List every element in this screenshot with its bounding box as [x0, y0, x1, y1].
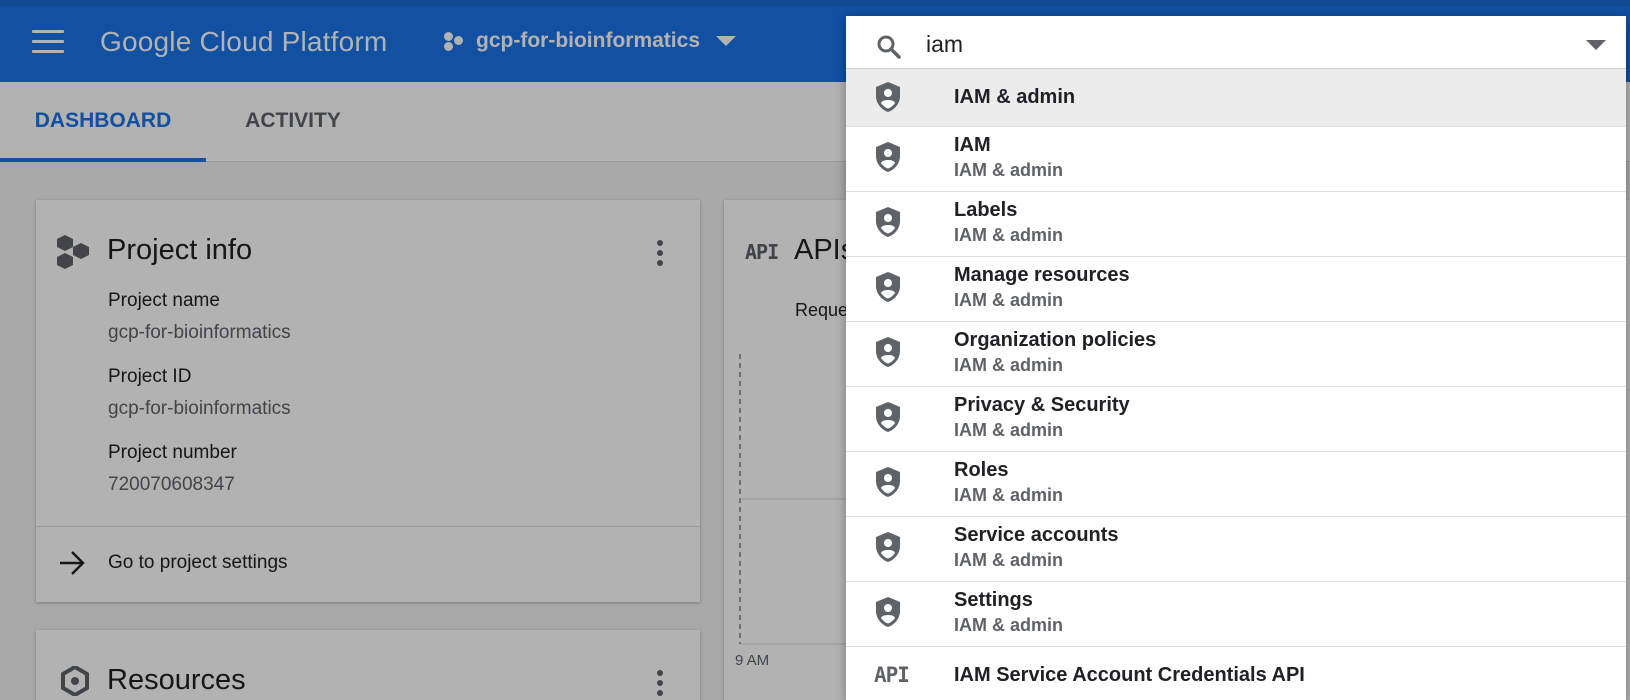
project-number-value: 720070608347 — [108, 474, 235, 495]
top-bar-strip — [0, 0, 1630, 6]
resources-title: Resources — [107, 664, 246, 696]
go-to-project-settings-label: Go to project settings — [108, 552, 288, 573]
apis-subtitle: Reque — [795, 300, 849, 320]
search-result-title: Organization policies — [954, 329, 1157, 351]
search-result-subtitle: IAM & admin — [954, 355, 1064, 375]
api-icon: API — [874, 663, 910, 687]
project-info-card: Project info Project name gcp-for-bioinf… — [36, 200, 700, 602]
chevron-down-icon — [716, 36, 736, 46]
search-result-item[interactable]: Labels IAM & admin — [846, 191, 1626, 256]
api-icon: API — [745, 240, 779, 264]
tab-dashboard[interactable]: DASHBOARD — [0, 82, 206, 162]
search-result-item[interactable]: Service accounts IAM & admin — [846, 516, 1626, 581]
api-requests-chart — [739, 354, 858, 645]
tab-activity[interactable]: ACTIVITY — [206, 82, 380, 162]
search-result-item[interactable]: API IAM Service Account Credentials API — [846, 646, 1626, 700]
search-result-subtitle: IAM & admin — [954, 290, 1064, 310]
more-vert-icon[interactable] — [654, 670, 666, 698]
search-result-subtitle: IAM & admin — [954, 550, 1064, 570]
project-info-title: Project info — [107, 234, 253, 266]
search-result-subtitle: IAM & admin — [954, 160, 1064, 180]
search-bar — [846, 16, 1626, 72]
shield-icon — [874, 466, 902, 503]
search-result-title: IAM — [954, 134, 991, 156]
resources-hexagon-icon — [61, 666, 89, 696]
shield-icon — [874, 401, 902, 438]
shield-icon — [874, 141, 902, 178]
search-result-item[interactable]: Settings IAM & admin — [846, 581, 1626, 646]
project-number-label: Project number — [108, 442, 237, 463]
search-result-subtitle: IAM & admin — [954, 420, 1064, 440]
shield-icon — [874, 271, 902, 308]
search-result-subtitle: IAM & admin — [954, 225, 1064, 245]
project-selector[interactable]: gcp-for-bioinformatics — [444, 28, 736, 54]
go-to-project-settings-link[interactable]: Go to project settings — [36, 526, 700, 602]
shield-icon — [874, 531, 902, 568]
app-title[interactable]: Google Cloud Platform — [100, 26, 387, 58]
hamburger-menu-icon[interactable] — [32, 30, 64, 54]
arrow-right-icon — [60, 551, 85, 575]
shield-icon — [874, 336, 902, 373]
shield-icon — [874, 596, 902, 633]
search-result-item[interactable]: Roles IAM & admin — [846, 451, 1626, 516]
search-result-subtitle: IAM & admin — [954, 615, 1064, 635]
search-result-title: Service accounts — [954, 524, 1119, 546]
search-dropdown-panel: IAM & admin IAM IAM & admin Labels IAM & adm… — [846, 16, 1626, 700]
project-dots-icon — [444, 28, 466, 54]
search-result-title: Roles — [954, 459, 1009, 481]
project-hexagons-icon — [57, 235, 89, 269]
search-result-title: IAM Service Account Credentials API — [954, 664, 1305, 686]
search-result-item[interactable]: IAM & admin — [846, 68, 1626, 126]
search-result-item[interactable]: Organization policies IAM & admin — [846, 321, 1626, 386]
search-result-subtitle: IAM & admin — [954, 485, 1064, 505]
search-result-title: Manage resources — [954, 264, 1130, 286]
project-name-value: gcp-for-bioinformatics — [108, 322, 291, 343]
search-input[interactable] — [926, 26, 1526, 62]
chevron-down-icon[interactable] — [1586, 40, 1606, 50]
project-name-label: Project name — [108, 290, 220, 311]
search-icon — [877, 35, 901, 59]
project-id-label: Project ID — [108, 366, 192, 387]
search-result-title: Settings — [954, 589, 1033, 611]
shield-icon — [874, 206, 902, 243]
search-result-title: Labels — [954, 199, 1018, 221]
more-vert-icon[interactable] — [654, 240, 666, 268]
chart-x-tick: 9 AM — [735, 652, 770, 669]
search-result-title: Privacy & Security — [954, 394, 1130, 416]
search-result-item[interactable]: Privacy & Security IAM & admin — [846, 386, 1626, 451]
project-selector-label: gcp-for-bioinformatics — [476, 29, 700, 52]
search-result-item[interactable]: Manage resources IAM & admin — [846, 256, 1626, 321]
search-result-title: IAM & admin — [954, 86, 1076, 108]
resources-card: Resources — [36, 630, 700, 700]
search-result-item[interactable]: IAM IAM & admin — [846, 126, 1626, 191]
project-id-value: gcp-for-bioinformatics — [108, 398, 291, 419]
shield-icon — [874, 81, 902, 118]
